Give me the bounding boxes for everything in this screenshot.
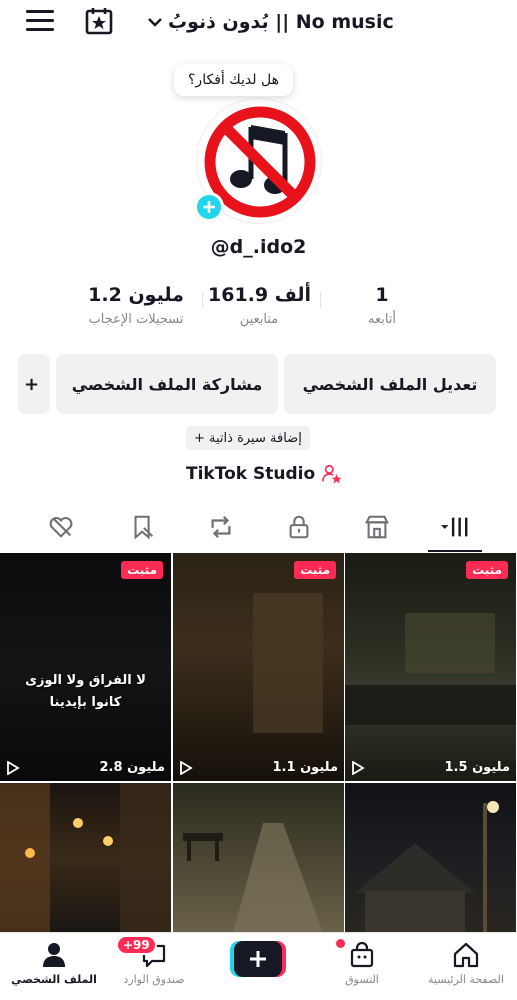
active-tab-indicator — [428, 550, 482, 552]
tab-shop[interactable] — [360, 512, 394, 542]
repost-icon — [211, 515, 231, 539]
stat-divider — [202, 292, 203, 308]
following-count: 1 — [375, 284, 389, 306]
pinned-badge: مثبت — [294, 561, 336, 579]
video-thumbnail[interactable]: مثبت 1.1 مليون — [173, 553, 344, 781]
followers-count: 161.9 ألف — [208, 284, 311, 306]
play-icon — [7, 760, 20, 775]
pinned-badge: مثبت — [466, 561, 508, 579]
thumbnail-art — [405, 613, 495, 673]
video-caption-line2: كانوا بإيدينا — [49, 695, 122, 710]
pinned-badge: مثبت — [121, 561, 163, 579]
chevron-down-icon — [148, 18, 162, 27]
shopping-bag-icon — [350, 941, 374, 968]
bookmark-icon — [134, 515, 154, 540]
plus-icon — [203, 201, 215, 213]
avatar-container[interactable] — [194, 98, 322, 224]
lock-icon — [289, 515, 309, 539]
tiktok-studio-link[interactable]: TikTok Studio — [186, 460, 343, 488]
following-stat[interactable]: 1 أتابعه — [352, 284, 412, 327]
shop-notification-dot — [336, 939, 345, 948]
thumbnail-art — [253, 593, 323, 733]
thoughts-bubble[interactable]: هل لديك أفكار؟ — [174, 64, 293, 96]
inbox-badge: +99 — [116, 935, 157, 955]
account-switcher[interactable]: بُدون ذنوبُ || No music — [146, 8, 394, 36]
likes-count: 1.2 مليون — [88, 284, 184, 306]
nav-profile-label: الملف الشخصي — [11, 973, 97, 986]
view-count: 2.8 مليون — [6, 760, 165, 775]
heart-hidden-icon — [49, 517, 73, 538]
view-count-text: 1.5 مليون — [444, 760, 510, 775]
view-count-text: 1.1 مليون — [272, 760, 338, 775]
add-story-button[interactable] — [194, 192, 224, 222]
video-thumbnail[interactable] — [173, 783, 344, 933]
tab-favorites[interactable] — [126, 512, 160, 542]
tab-private[interactable] — [282, 512, 316, 542]
tab-liked[interactable] — [44, 512, 78, 542]
storefront-icon — [365, 515, 389, 539]
thumbnail-art — [345, 685, 516, 725]
profile-icon-wrap — [4, 939, 104, 971]
view-count: 1.5 مليون — [351, 760, 510, 775]
add-friends-button[interactable]: + — [18, 354, 50, 414]
create-button[interactable] — [230, 941, 286, 977]
tab-videos[interactable] — [438, 512, 472, 542]
view-count-text: 2.8 مليون — [99, 760, 165, 775]
share-profile-button[interactable]: مشاركة الملف الشخصي — [56, 354, 278, 414]
nav-profile[interactable]: الملف الشخصي — [4, 939, 104, 986]
account-title: بُدون ذنوبُ || No music — [168, 11, 394, 33]
add-bio-button[interactable]: + إضافة سيرة ذاتية — [186, 426, 310, 450]
nav-home-label: الصفحة الرئيسية — [428, 973, 504, 986]
alley-lamps — [0, 783, 171, 933]
creator-star-icon — [322, 464, 342, 484]
shop-icon-wrap — [312, 939, 412, 971]
video-thumbnail[interactable]: مثبت 1.5 مليون — [345, 553, 516, 781]
nav-shop[interactable]: التسوق — [312, 939, 412, 986]
video-thumbnail[interactable]: مثبت لا الفراق ولا الوزى كانوا بإيدينا 2… — [0, 553, 171, 781]
calendar-star-icon[interactable] — [84, 6, 114, 36]
followers-stat[interactable]: 161.9 ألف متابعين — [208, 284, 311, 327]
play-icon — [352, 760, 365, 775]
person-icon — [43, 943, 65, 967]
home-icon-wrap — [416, 939, 516, 971]
profile-stats: 1.2 مليون تسجيلات الإعجاب 161.9 ألف متاب… — [0, 284, 517, 340]
likes-label: تسجيلات الإعجاب — [88, 312, 184, 327]
home-icon — [453, 942, 479, 968]
video-thumbnail[interactable] — [345, 783, 516, 933]
username: @d_.ido2 — [210, 236, 307, 258]
content-tabs — [0, 504, 517, 552]
following-label: أتابعه — [367, 312, 397, 327]
bottom-nav: الصفحة الرئيسية التسوق صندوق الوارد +99 — [0, 932, 517, 1000]
view-count: 1.1 مليون — [179, 760, 338, 775]
video-thumbnail[interactable] — [0, 783, 171, 933]
edit-profile-button[interactable]: تعديل الملف الشخصي — [284, 354, 496, 414]
profile-actions: + مشاركة الملف الشخصي تعديل الملف الشخصي — [0, 354, 517, 414]
hamburger-menu-icon[interactable] — [26, 10, 54, 32]
nav-inbox-label: صندوق الوارد — [123, 973, 185, 986]
likes-stat[interactable]: 1.2 مليون تسجيلات الإعجاب — [76, 284, 196, 327]
house-silhouette — [355, 801, 499, 933]
tab-reposts[interactable] — [204, 512, 238, 542]
nav-home[interactable]: الصفحة الرئيسية — [416, 939, 516, 986]
cobblestone-path — [183, 823, 323, 933]
top-bar: بُدون ذنوبُ || No music — [0, 0, 517, 44]
video-caption-line1: لا الفراق ولا الوزى — [25, 673, 146, 688]
play-icon — [180, 760, 193, 775]
studio-label: TikTok Studio — [186, 464, 316, 484]
video-grid: مثبت 1.5 مليون مثبت 1.1 مليون مثبت لا ال… — [0, 553, 517, 933]
grid-icon — [441, 517, 468, 537]
stat-divider — [320, 292, 321, 308]
followers-label: متابعين — [239, 312, 279, 327]
nav-shop-label: التسوق — [345, 973, 379, 986]
